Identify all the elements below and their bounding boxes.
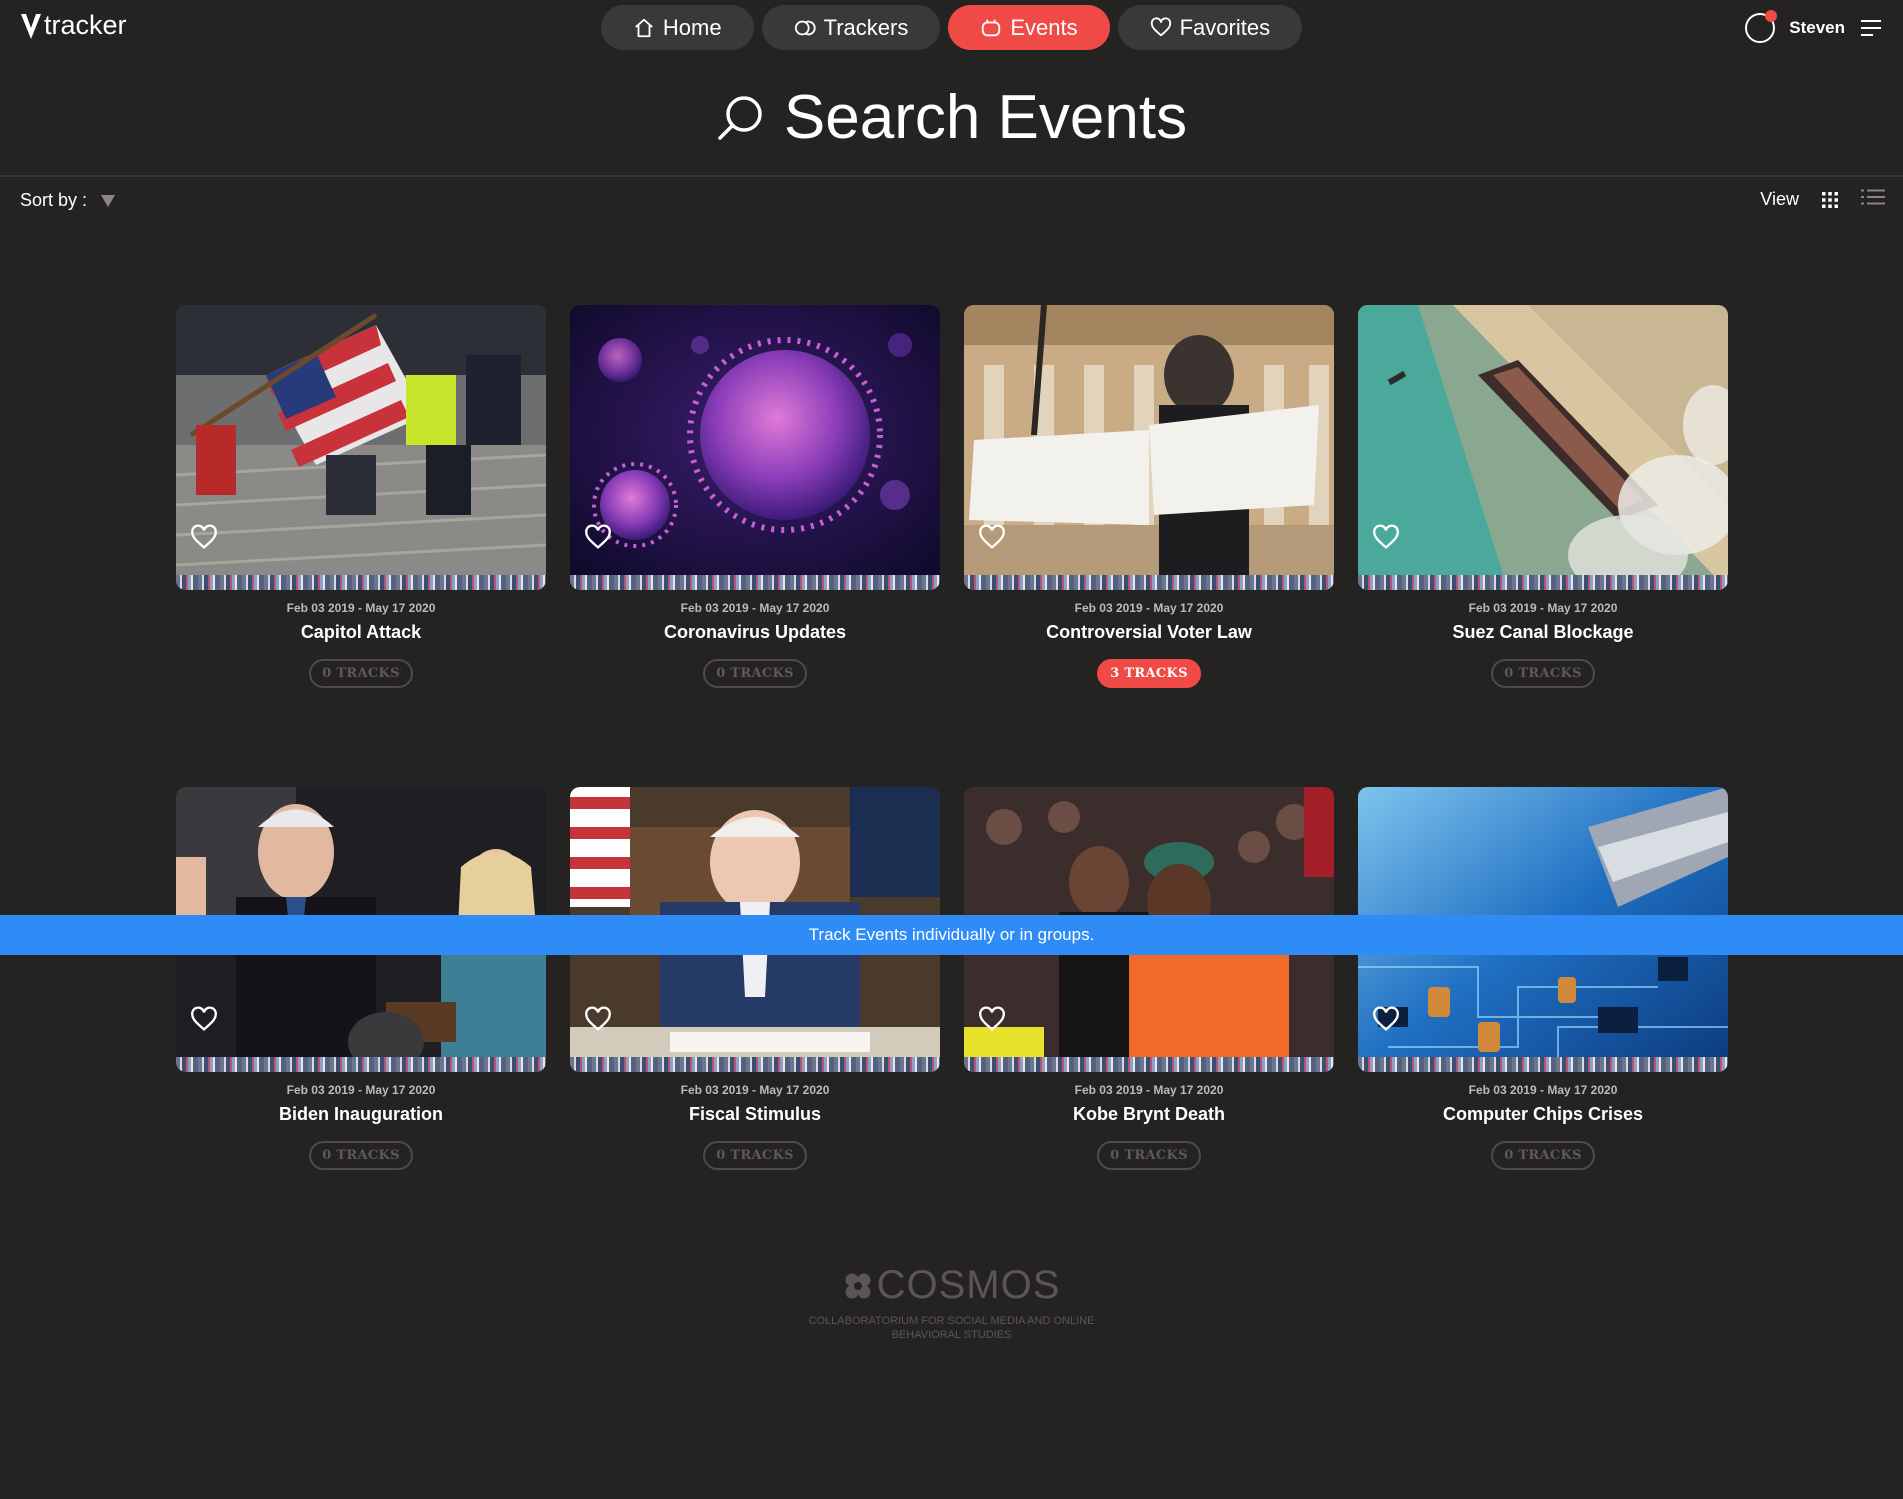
header-divider [0, 175, 1903, 177]
capitol-attack-photo [176, 305, 546, 590]
favorite-heart-icon[interactable] [190, 524, 218, 552]
favorite-heart-icon[interactable] [190, 1006, 218, 1034]
tracks-badge[interactable]: 0 TRACKS [1491, 659, 1595, 688]
sort-label: Sort by : [20, 190, 88, 210]
nav-trackers-button[interactable]: Trackers [761, 5, 941, 50]
voter-protest-photo [964, 305, 1334, 590]
event-card[interactable]: Feb 03 2019 - May 17 2020 Kobe Brynt Dea… [964, 787, 1334, 1269]
nav-events-button[interactable]: Events [948, 5, 1110, 50]
search-icon[interactable] [716, 93, 766, 143]
event-title: Suez Canal Blockage [1452, 622, 1634, 642]
caret-down-icon [101, 194, 116, 207]
event-title: Biden Inauguration [279, 1104, 443, 1124]
coronavirus-photo [570, 305, 940, 590]
cosmos-tagline: COLLABORATORIUM FOR SOCIAL MEDIA AND ONL… [808, 1315, 1095, 1341]
cosmos-logo[interactable]: COSMOS [843, 1263, 1061, 1308]
tracks-badge[interactable]: 0 TRACKS [309, 1141, 413, 1170]
event-thumbnail[interactable] [964, 305, 1334, 590]
user-area: Steven [1745, 10, 1883, 43]
event-title: Kobe Brynt Death [1072, 1104, 1225, 1124]
page-title: Search Events [0, 82, 1903, 153]
view-label: View [1760, 189, 1799, 209]
event-card[interactable]: Feb 03 2019 - May 17 2020 Capitol Attack… [176, 305, 546, 787]
nav-trackers-label: Trackers [823, 14, 909, 40]
notification-dot [1765, 10, 1778, 22]
tracks-badge[interactable]: 0 TRACKS [703, 659, 807, 688]
favorite-heart-icon[interactable] [584, 524, 612, 552]
favorite-heart-icon[interactable] [978, 1006, 1006, 1034]
event-date: Feb 03 2019 - May 17 2020 [1468, 601, 1618, 615]
nav-favorites-button[interactable]: Favorites [1117, 5, 1303, 50]
event-card[interactable]: Feb 03 2019 - May 17 2020 Biden Inaugura… [176, 787, 546, 1269]
nav-favorites-label: Favorites [1179, 14, 1271, 40]
tracks-badge[interactable]: 0 TRACKS [1491, 1141, 1595, 1170]
info-banner-text: Track Events individually or in groups. [808, 925, 1095, 944]
favorite-heart-icon[interactable] [1372, 1006, 1400, 1034]
home-icon [635, 18, 653, 37]
event-card[interactable]: Feb 03 2019 - May 17 2020 Computer Chips… [1358, 787, 1728, 1269]
event-thumbnail[interactable] [570, 305, 940, 590]
events-icon [982, 19, 1001, 36]
event-card[interactable]: Feb 03 2019 - May 17 2020 Controversial … [964, 305, 1334, 787]
event-grid: Feb 03 2019 - May 17 2020 Capitol Attack… [176, 305, 1728, 1269]
cosmos-flower-icon [845, 1273, 871, 1298]
grid-view-icon[interactable] [1821, 191, 1839, 209]
event-timeline-bar [570, 575, 940, 590]
event-card[interactable]: Feb 03 2019 - May 17 2020 Suez Canal Blo… [1358, 305, 1728, 787]
event-timeline-bar [570, 1057, 940, 1072]
event-card[interactable]: Feb 03 2019 - May 17 2020 Coronavirus Up… [570, 305, 940, 787]
footer: COSMOS COLLABORATORIUM FOR SOCIAL MEDIA … [0, 1263, 1903, 1342]
event-timeline-bar [1358, 1057, 1728, 1072]
nav-events-label: Events [1010, 14, 1078, 40]
event-timeline-bar [176, 575, 546, 590]
event-timeline-bar [1358, 575, 1728, 590]
event-thumbnail[interactable] [176, 305, 546, 590]
list-view-button[interactable] [1861, 188, 1885, 211]
event-timeline-bar [964, 575, 1334, 590]
heart-icon [1150, 16, 1171, 36]
nav-home-label: Home [662, 14, 722, 40]
suez-canal-photo [1358, 305, 1728, 590]
hamburger-menu-icon[interactable] [1859, 18, 1883, 38]
list-view-icon [1861, 189, 1885, 205]
nav-home-button[interactable]: Home [600, 5, 754, 50]
page-title-text: Search Events [783, 83, 1188, 152]
event-date: Feb 03 2019 - May 17 2020 [1074, 601, 1224, 615]
event-title: Computer Chips Crises [1442, 1104, 1644, 1124]
tracks-badge[interactable]: 3 TRACKS [1097, 659, 1201, 688]
tracks-badge[interactable]: 0 TRACKS [703, 1141, 807, 1170]
event-date: Feb 03 2019 - May 17 2020 [1468, 1083, 1618, 1097]
favorite-heart-icon[interactable] [584, 1006, 612, 1034]
user-name[interactable]: Steven [1789, 18, 1845, 38]
tracks-badge[interactable]: 0 TRACKS [309, 659, 413, 688]
tracks-badge[interactable]: 0 TRACKS [1097, 1141, 1201, 1170]
event-date: Feb 03 2019 - May 17 2020 [286, 601, 436, 615]
favorite-heart-icon[interactable] [978, 524, 1006, 552]
event-title: Fiscal Stimulus [688, 1104, 822, 1124]
event-timeline-bar [176, 1057, 546, 1072]
event-timeline-bar [964, 1057, 1334, 1072]
favorite-heart-icon[interactable] [1372, 524, 1400, 552]
sort-dropdown[interactable]: Sort by : [20, 190, 116, 211]
event-title: Capitol Attack [300, 622, 422, 642]
cosmos-brand: COSMOS [876, 1263, 1061, 1307]
event-title: Controversial Voter Law [1046, 622, 1252, 642]
main-nav: Home Trackers Events Favorites [0, 5, 1903, 50]
event-date: Feb 03 2019 - May 17 2020 [1074, 1083, 1224, 1097]
trackers-icon [794, 20, 816, 35]
event-date: Feb 03 2019 - May 17 2020 [680, 601, 830, 615]
event-date: Feb 03 2019 - May 17 2020 [286, 1083, 436, 1097]
event-thumbnail[interactable] [1358, 305, 1728, 590]
view-toggle: View [1760, 188, 1885, 211]
event-date: Feb 03 2019 - May 17 2020 [680, 1083, 830, 1097]
event-card[interactable]: Feb 03 2019 - May 17 2020 Fiscal Stimulu… [570, 787, 940, 1269]
notification-avatar[interactable] [1745, 10, 1778, 43]
event-title: Coronavirus Updates [663, 622, 847, 642]
info-banner: Track Events individually or in groups. [0, 915, 1903, 955]
